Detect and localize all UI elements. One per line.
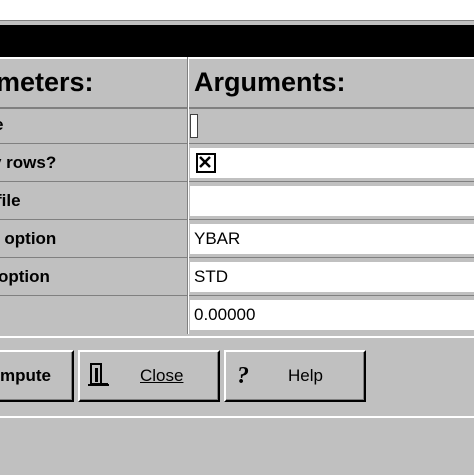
arg-input[interactable]: YBAR [190, 224, 474, 254]
help-button-label: Help [288, 366, 323, 385]
arg-input[interactable]: 0.00000 [190, 300, 474, 330]
help-button[interactable]: ? Help [224, 350, 366, 402]
arguments-header: Arguments: [194, 67, 346, 97]
param-label: y rows? [0, 153, 57, 172]
param-row: e [0, 107, 474, 144]
checkbox[interactable] [196, 153, 216, 173]
param-label: file [0, 191, 21, 210]
param-row: file [0, 183, 474, 220]
svg-text:?: ? [237, 363, 249, 388]
arg-input[interactable] [190, 186, 474, 216]
param-row: t 0.00000 [0, 297, 474, 334]
param-row: option STD [0, 259, 474, 296]
status-panel [0, 416, 474, 466]
checkmark-x-icon [199, 156, 211, 168]
param-label: e [0, 107, 186, 143]
question-mark-icon: ? [237, 363, 249, 388]
door-exit-icon [88, 363, 109, 386]
close-button[interactable]: Close [78, 350, 220, 402]
arg-input[interactable] [190, 114, 198, 138]
compute-button[interactable]: mpute [0, 350, 74, 402]
parameters-header: meters: [0, 67, 94, 97]
title-bar[interactable] [0, 25, 474, 57]
arg-input[interactable]: STD [190, 262, 474, 292]
compute-button-label: mpute [0, 366, 51, 385]
close-button-label: Close [140, 366, 184, 385]
param-label: option [0, 267, 50, 286]
column-header-row: meters: Arguments: [0, 57, 474, 109]
param-row: y rows? [0, 145, 474, 182]
param-row: t option YBAR [0, 221, 474, 258]
param-label: t option [0, 229, 57, 248]
arg-field [190, 148, 474, 178]
param-label: t [0, 297, 186, 333]
